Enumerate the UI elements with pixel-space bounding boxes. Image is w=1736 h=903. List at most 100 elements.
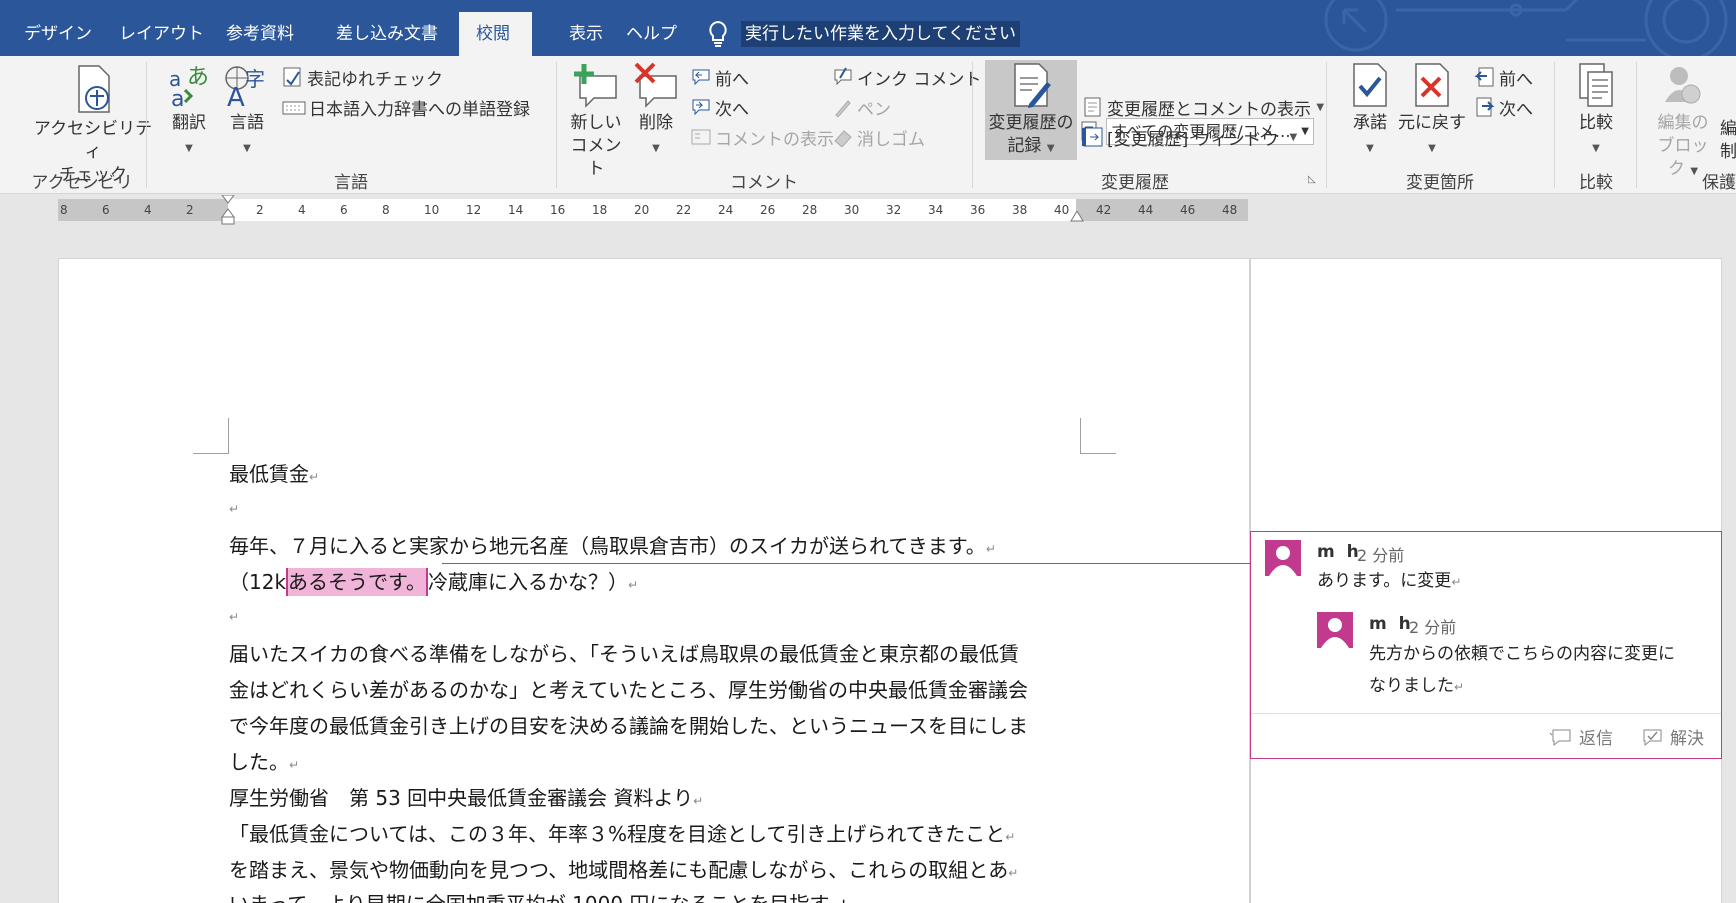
svg-text:字: 字: [245, 67, 265, 91]
ruler-tick: 14: [508, 203, 524, 217]
horizontal-ruler[interactable]: 8 6 4 2 2 4 6 8 10 12 14 16 18 20 22 24 26 28 30 32 34 36…: [58, 195, 1248, 225]
language-label: 言語: [230, 113, 264, 133]
paragraph-3-line-2: 金はどれくらい差があるのかな」と考えていたところ、厚生労働省の中央最低賃金審議会: [229, 678, 1028, 702]
reviewing-pane-icon: [1082, 127, 1103, 147]
ruler-tick: 10: [424, 203, 440, 217]
group-separator: [146, 62, 147, 188]
document-title[interactable]: 最低賃金↵: [229, 458, 319, 487]
comment-text-content: あります。に変更: [1317, 571, 1452, 591]
eraser-button[interactable]: 消しゴム: [832, 124, 925, 150]
new-comment-button[interactable]: 新しい コメント: [568, 62, 624, 181]
group-label-changes: 変更箇所: [1406, 173, 1474, 193]
compare-icon: [1579, 63, 1613, 107]
group-label-language: 言語: [334, 173, 368, 193]
next-comment-label: 次へ: [715, 99, 749, 120]
paragraph-2-text-after: 冷蔵庫に入るかな？）: [428, 570, 629, 594]
tab-view[interactable]: 表示: [555, 12, 617, 56]
delete-label: 削除: [639, 113, 673, 133]
paragraph-3-line-4: した。: [229, 750, 289, 774]
paragraph-2[interactable]: （12k あるそうです。 冷蔵庫に入るかな？）↵: [229, 566, 638, 596]
tab-review[interactable]: 校閲: [459, 12, 532, 56]
tell-me-search[interactable]: 実行したい作業を入力してください: [705, 14, 1020, 54]
ruler-tick: 48: [1222, 203, 1238, 217]
restrict-editing-button[interactable]: 編 制: [1720, 118, 1736, 164]
ruler-tick: 42: [1096, 203, 1112, 217]
paragraph-3-line[interactable]: 金はどれくらい差があるのかな」と考えていたところ、厚生労働省の中央最低賃金審議会: [229, 674, 1028, 703]
paragraph-mark-icon: ↵: [309, 470, 320, 484]
dialog-launcher-icon[interactable]: ◺: [1308, 174, 1316, 185]
accept-change-button[interactable]: 承諾 ▼: [1346, 62, 1394, 160]
previous-change-button[interactable]: 前へ: [1474, 64, 1533, 90]
tell-me-text[interactable]: 実行したい作業を入力してください: [741, 21, 1020, 47]
restrict-editing-label-1: 編: [1720, 119, 1736, 139]
show-comments-icon: [691, 129, 711, 145]
new-comment-label-1: 新しい: [570, 113, 622, 133]
paragraph-3-line[interactable]: した。↵: [229, 746, 299, 775]
paragraph-5-line[interactable]: 「最低賃金については、この３年、年率３%程度を目途として引き上げられてきたこと↵: [229, 818, 1015, 847]
show-markup-button[interactable]: 変更履歴とコメントの表示 ▼: [1082, 94, 1324, 120]
chevron-down-icon: ▼: [1301, 126, 1309, 137]
track-changes-button[interactable]: 変更履歴の 記録 ▼: [985, 62, 1077, 160]
group-label-compare: 比較: [1579, 173, 1613, 193]
paragraph-3-line[interactable]: で今年度の最低賃金引き上げの目安を決める議論を開始した、というニュースを目にしま: [229, 710, 1028, 739]
group-separator: [1554, 62, 1555, 188]
commented-text-highlight[interactable]: あるそうです。: [286, 568, 429, 596]
ribbon-tab-bar: デザイン レイアウト 参考資料 差し込み文書 校閲 表示 ヘルプ 実行したい作業…: [0, 0, 1736, 56]
reviewing-pane-button[interactable]: [変更履歴] ウィンドウ ▼: [1082, 124, 1297, 150]
svg-text:a: a: [171, 87, 184, 108]
delete-comment-button[interactable]: 削除 ▼: [628, 62, 684, 160]
avatar: [1317, 612, 1353, 648]
tab-design[interactable]: デザイン: [10, 12, 106, 56]
ink-comment-icon: [834, 67, 852, 86]
ime-dictionary-button[interactable]: 日本語入力辞書への単語登録: [282, 94, 530, 120]
paragraph-5-line[interactable]: を踏まえ、景気や物価動向を見つつ、地域間格差にも配慮しながら、これらの取組とあ↵: [229, 854, 1018, 883]
reply-text[interactable]: 先方からの依頼でこちらの内容に変更に なりました↵: [1369, 638, 1675, 703]
paragraph-mark-icon: ↵: [229, 610, 240, 624]
next-comment-button[interactable]: 次へ: [690, 94, 749, 120]
pen-button[interactable]: ペン: [832, 94, 891, 120]
paragraph-4-text: 厚生労働省 第 53 回中央最低賃金審議会 資料より: [229, 786, 694, 810]
comment-text[interactable]: あります。に変更↵: [1317, 565, 1461, 598]
group-label-tracking: 変更履歴: [1101, 173, 1169, 193]
resolve-button[interactable]: 解決: [1640, 724, 1704, 749]
comment-balloon[interactable]: m h 2 分前 あります。に変更↵ m h 2 分前 先方からの依頼でこちらの…: [1250, 531, 1722, 759]
ruler-tick: 12: [466, 203, 482, 217]
translate-button[interactable]: a あ a 翻訳 ▼: [163, 64, 215, 160]
tab-layout[interactable]: レイアウト: [105, 12, 218, 56]
next-change-button[interactable]: 次へ: [1474, 94, 1533, 120]
reply-time: 2 分前: [1409, 618, 1457, 637]
empty-paragraph[interactable]: ↵: [229, 602, 239, 626]
reject-change-button[interactable]: 元に戻す ▼: [1398, 62, 1466, 160]
paragraph-mark-icon: ↵: [985, 542, 996, 556]
accessibility-label-1: アクセシビリティ: [33, 119, 153, 162]
title-text: 最低賃金: [229, 462, 309, 486]
paragraph-5-line[interactable]: いまって、より早期に全国加重平均が 1000 円になることを目指す。」: [229, 888, 857, 903]
paragraph-4[interactable]: 厚生労働省 第 53 回中央最低賃金審議会 資料より↵: [229, 782, 703, 811]
language-button[interactable]: 字 A 言語 ▼: [219, 64, 275, 160]
ruler-tick: 46: [1180, 203, 1196, 217]
paragraph-3-line[interactable]: 届いたスイカの食べる準備をしながら、「そういえば鳥取県の最低賃金と東京都の最低賃: [229, 638, 1019, 667]
empty-paragraph[interactable]: ↵: [229, 494, 239, 518]
paragraph-mark-icon: ↵: [229, 502, 240, 516]
tab-references[interactable]: 参考資料: [212, 12, 308, 56]
lightbulb-icon: [709, 20, 727, 47]
tab-mailings[interactable]: 差し込み文書: [322, 12, 452, 56]
indent-marker-icon[interactable]: [220, 195, 236, 225]
paragraph-1[interactable]: 毎年、７月に入ると実家から地元名産（鳥取県倉吉市）のスイカが送られてきます。↵: [229, 530, 996, 559]
reply-button[interactable]: 返信: [1549, 724, 1613, 749]
compare-button[interactable]: 比較 ▼: [1570, 62, 1622, 160]
paragraph-mark-icon: ↵: [1454, 680, 1465, 694]
block-authors-button[interactable]: 編集の ブロック ▼: [1650, 62, 1716, 183]
comment-connector-line: [442, 563, 1252, 564]
group-separator: [1326, 62, 1327, 188]
tab-help[interactable]: ヘルプ: [612, 12, 691, 56]
previous-comment-button[interactable]: 前へ: [690, 64, 749, 90]
show-comments-button[interactable]: コメントの表示: [690, 124, 834, 150]
ruler-tick: 44: [1138, 203, 1154, 217]
ink-comment-button[interactable]: インク コメント: [832, 64, 981, 90]
ruler-tick: 2: [186, 203, 194, 217]
spell-variants-button[interactable]: 表記ゆれチェック: [282, 64, 443, 90]
paragraph-1-text: 毎年、７月に入ると実家から地元名産（鳥取県倉吉市）のスイカが送られてきます。: [229, 534, 986, 558]
right-indent-marker-icon[interactable]: [1070, 211, 1084, 223]
group-separator: [1636, 62, 1637, 188]
